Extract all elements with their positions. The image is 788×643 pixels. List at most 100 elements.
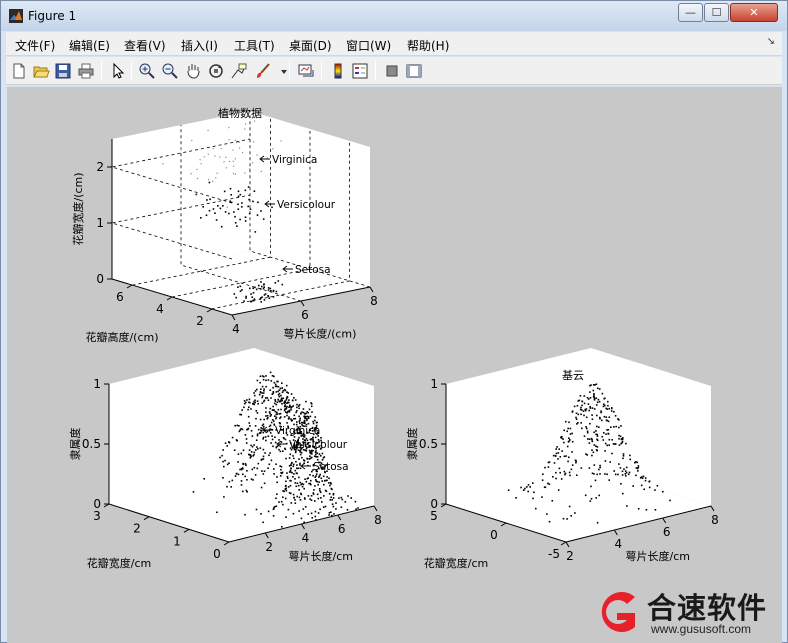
data-point-setosa — [292, 476, 294, 478]
pan-hand-icon[interactable] — [184, 62, 202, 80]
data-point-cloud — [605, 416, 608, 418]
data-point-versicolour — [250, 451, 253, 453]
data-point-versicolour — [275, 417, 277, 420]
data-point-versicolour — [298, 510, 300, 512]
menu-tools[interactable]: 工具(T) — [234, 37, 275, 54]
data-point-virginica — [262, 455, 265, 458]
data-point-cloud — [569, 474, 571, 477]
data-point-setosa — [249, 287, 251, 290]
data-point-cloud — [580, 467, 583, 469]
data-point-virginica — [245, 123, 247, 125]
data-point-versicolour — [275, 497, 277, 500]
data-point-setosa — [290, 464, 292, 466]
data-point-setosa — [289, 471, 292, 473]
x-tick-label: 8 — [374, 513, 382, 527]
zoom-in-icon[interactable] — [138, 62, 156, 80]
minimize-button[interactable]: — — [678, 3, 703, 22]
data-point-versicolour — [265, 415, 267, 417]
menubar-dock-icon[interactable]: ↘ — [767, 36, 775, 47]
data-point-versicolour — [246, 470, 248, 472]
link-plot-icon[interactable] — [297, 62, 315, 80]
brush-icon[interactable] — [254, 62, 272, 80]
menu-view[interactable]: 查看(V) — [124, 37, 166, 54]
annotation-label: Versicolour — [289, 439, 348, 451]
data-point-versicolour — [242, 462, 244, 465]
data-point-setosa — [315, 475, 317, 477]
data-point-virginica — [354, 500, 357, 503]
menu-insert[interactable]: 插入(I) — [181, 37, 218, 54]
data-point-versicolour — [289, 484, 292, 487]
axes-base-cloud[interactable]: 2468-50500.51萼片长度/cm花瓣宽度/cm隶属度基云 — [405, 348, 719, 570]
data-point-cloud — [595, 404, 598, 406]
axes-plant-data[interactable]: 468246012萼片长度/(cm)花瓣高度/(cm)花瓣宽度/(cm)植物数据… — [71, 106, 378, 344]
data-point-versicolour — [280, 397, 283, 400]
data-point-versicolour — [209, 198, 211, 201]
rotate-3d-icon[interactable] — [207, 62, 225, 80]
data-point-setosa — [318, 453, 321, 455]
data-point-versicolour — [245, 464, 247, 466]
data-point-virginica — [262, 392, 265, 394]
menu-window[interactable]: 窗口(W) — [346, 37, 391, 54]
data-point-virginica — [245, 442, 248, 444]
data-point-versicolour — [237, 203, 239, 206]
hide-plot-tools-icon[interactable] — [383, 62, 401, 80]
data-point-versicolour — [267, 467, 269, 469]
data-point-cloud — [555, 471, 557, 474]
axes-membership[interactable]: 2468012300.51萼片长度/cm花瓣宽度/cm隶属度 VirginicaV… — [68, 348, 382, 570]
open-file-icon[interactable] — [32, 62, 50, 80]
data-point-virginica — [265, 385, 267, 388]
data-point-cloud — [604, 473, 606, 475]
x-tick — [710, 505, 715, 512]
data-point-versicolour — [260, 431, 262, 434]
data-point-virginica — [287, 477, 289, 479]
z-tick-label: 1 — [430, 377, 438, 391]
legend-icon[interactable] — [351, 62, 369, 80]
data-point-cloud — [617, 473, 619, 476]
data-point-cloud — [561, 435, 563, 438]
show-plot-tools-icon[interactable] — [405, 62, 423, 80]
annotation-label: Versicolour — [277, 199, 336, 211]
data-point-cloud — [560, 437, 563, 439]
zoom-out-icon[interactable] — [161, 62, 179, 80]
data-point-setosa — [309, 415, 312, 418]
data-point-virginica — [247, 408, 249, 411]
data-point-setosa — [252, 299, 254, 302]
menu-desktop[interactable]: 桌面(D) — [289, 37, 332, 54]
data-point-virginica — [248, 422, 251, 424]
data-point-setosa — [284, 497, 287, 500]
colorbar-icon[interactable] — [329, 62, 347, 80]
data-point-setosa — [270, 290, 272, 292]
new-figure-icon[interactable] — [10, 62, 28, 80]
data-point-setosa — [239, 290, 242, 292]
brush-dropdown-icon[interactable] — [275, 62, 287, 80]
data-point-versicolour — [223, 190, 226, 193]
data-point-virginica — [207, 129, 209, 132]
data-point-virginica — [222, 460, 224, 463]
data-point-cloud — [580, 409, 583, 411]
data-point-versicolour — [318, 481, 320, 483]
save-icon[interactable] — [54, 62, 72, 80]
print-icon[interactable] — [77, 62, 95, 80]
data-point-versicolour — [268, 425, 271, 428]
edit-pointer-icon[interactable] — [109, 62, 127, 80]
data-point-versicolour — [299, 422, 301, 425]
data-point-versicolour — [256, 433, 259, 435]
data-cursor-icon[interactable] — [230, 62, 248, 80]
data-point-virginica — [285, 457, 287, 460]
data-point-cloud — [580, 406, 582, 409]
data-point-setosa — [296, 482, 299, 485]
title-bar[interactable]: Figure 1 — ☐ ✕ — [1, 1, 787, 31]
close-button[interactable]: ✕ — [730, 3, 778, 22]
data-point-cloud — [610, 426, 612, 428]
maximize-button[interactable]: ☐ — [704, 3, 729, 22]
data-point-setosa — [312, 474, 314, 477]
data-point-virginica — [254, 120, 256, 122]
menu-edit[interactable]: 编辑(E) — [69, 37, 110, 54]
menu-help[interactable]: 帮助(H) — [407, 37, 449, 54]
data-point-versicolour — [249, 457, 252, 459]
axes-title: 基云 — [562, 369, 584, 382]
menu-file[interactable]: 文件(F) — [15, 37, 55, 54]
data-point-virginica — [238, 425, 240, 427]
data-point-cloud — [637, 470, 639, 472]
data-point-setosa — [328, 512, 331, 514]
